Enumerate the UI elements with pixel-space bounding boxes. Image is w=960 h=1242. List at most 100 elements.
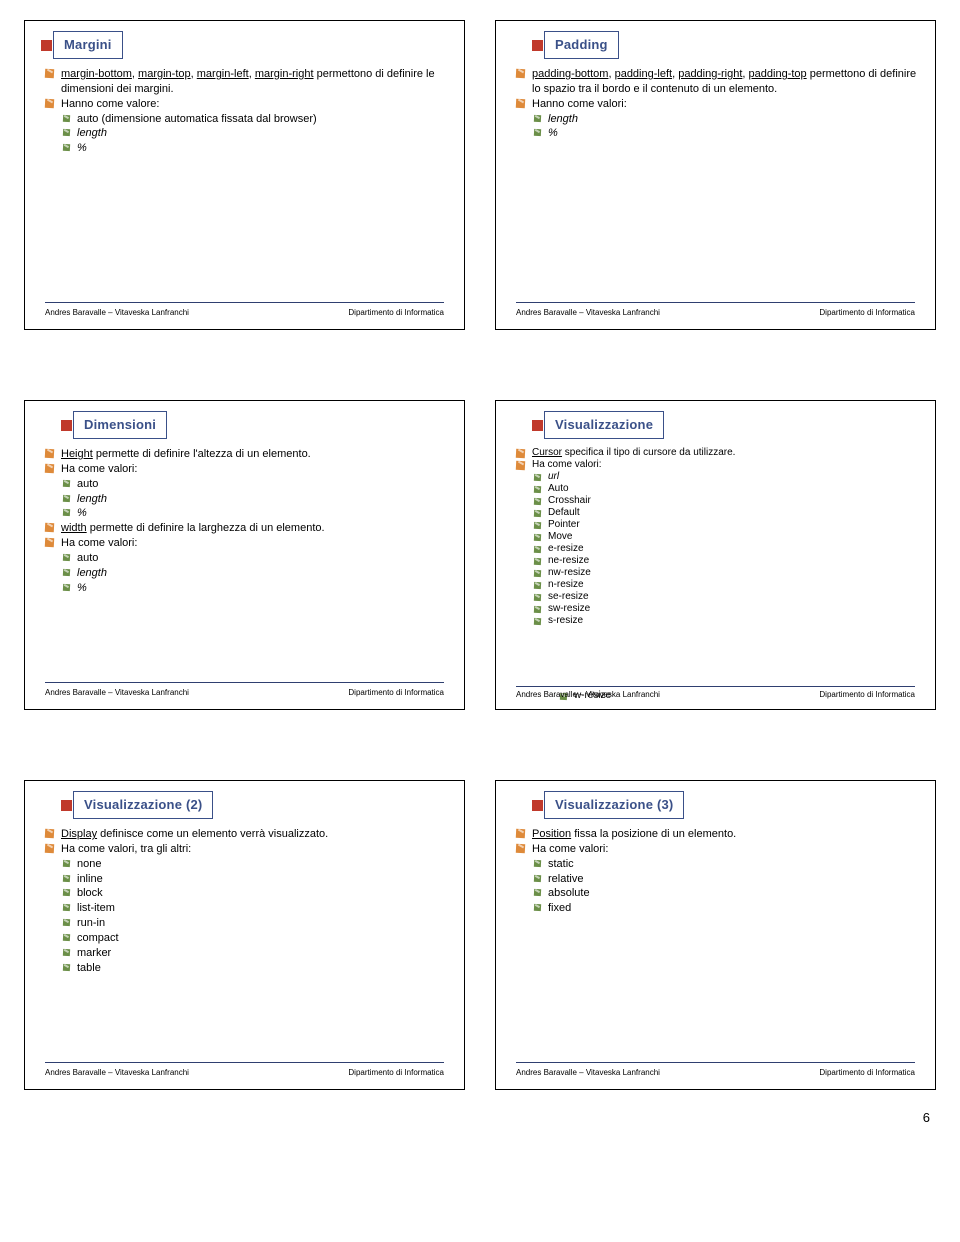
pencil-small-icon — [534, 889, 541, 896]
bullet-row: e-resize — [516, 543, 921, 555]
pencil-small-icon — [63, 949, 70, 956]
slide-title: Dimensioni — [84, 417, 156, 432]
text-span: Ha come valori: — [532, 843, 608, 855]
text-span: relative — [548, 873, 583, 885]
pencil-small-icon — [534, 594, 541, 601]
footer-author: Andres Baravalle – Vitaveska Lanfranchi — [516, 308, 660, 317]
bullet-text: absolute — [548, 886, 921, 901]
bullet-row: n-resize — [516, 579, 921, 591]
text-span: list-item — [77, 902, 115, 914]
footer-dept: Dipartimento di Informatica — [819, 690, 915, 699]
bullet-text: Height permette di definire l'altezza di… — [61, 447, 450, 462]
pencil-small-icon — [63, 480, 70, 487]
bullet-text: run-in — [77, 916, 450, 931]
slide-title: Padding — [555, 37, 608, 52]
title-bullet-icon — [532, 800, 543, 811]
footer-divider — [45, 682, 444, 683]
bullet-text: Display definisce come un elemento verrà… — [61, 827, 450, 842]
footer-dept: Dipartimento di Informatica — [819, 1068, 915, 1077]
bullet-text: Default — [548, 507, 921, 519]
bullet-text: padding-bottom, padding-left, padding-ri… — [532, 67, 921, 97]
bullet-text: s-resize — [548, 615, 921, 627]
bullet-text: none — [77, 857, 450, 872]
pencil-small-icon — [534, 875, 541, 882]
page-number: 6 — [24, 1110, 936, 1125]
pencil-small-icon — [534, 904, 541, 911]
property-link: padding-right — [678, 68, 742, 80]
text-span: Hanno come valori: — [532, 98, 627, 110]
slide: VisualizzazioneCursor specifica il tipo … — [495, 400, 936, 710]
bullet-text: Ha come valori: — [532, 842, 921, 857]
bullet-text: Ha come valori: — [532, 459, 921, 471]
slide: Visualizzazione (2) Display definisce com… — [24, 780, 465, 1090]
value-em: % — [548, 127, 558, 139]
bullet-row: compact — [45, 931, 450, 946]
footer-dept: Dipartimento di Informatica — [348, 308, 444, 317]
bullet-text: length — [548, 112, 921, 127]
bullet-text: length — [77, 566, 450, 581]
property-link: Cursor — [532, 447, 562, 458]
bullet-text: url — [548, 471, 921, 483]
text-span: Move — [548, 531, 572, 542]
bullet-text: % — [77, 141, 450, 156]
footer-author: Andres Baravalle – Vitaveska Lanfranchi — [516, 1068, 660, 1077]
property-link: padding-left — [615, 68, 673, 80]
slide-title: Visualizzazione (3) — [555, 797, 673, 812]
bullet-row: width permette di definire la larghezza … — [45, 521, 450, 536]
bullet-text: % — [548, 126, 921, 141]
slide-footer: Andres Baravalle – Vitaveska LanfranchiD… — [45, 308, 444, 317]
bullet-text: Move — [548, 531, 921, 543]
title-bullet-icon — [61, 420, 72, 431]
bullet-text: relative — [548, 872, 921, 887]
slide-title-box: Margini — [53, 31, 123, 59]
pencil-small-icon — [63, 495, 70, 502]
pencil-small-icon — [63, 904, 70, 911]
title-bullet-icon — [532, 40, 543, 51]
text-span: Auto — [548, 483, 569, 494]
slide-footer: Andres Baravalle – Vitaveska Lanfranchi D… — [516, 1068, 915, 1077]
slide-content: Position fissa la posizione di un elemen… — [516, 827, 921, 916]
pencil-icon — [516, 449, 525, 458]
text-span: auto — [77, 552, 98, 564]
bullet-row: % — [45, 581, 450, 596]
text-span: se-resize — [548, 591, 589, 602]
property-link: Height — [61, 448, 93, 460]
text-span: definisce come un elemento verrà visuali… — [97, 828, 328, 840]
slide-title-box: Padding — [544, 31, 619, 59]
bullet-row: length — [45, 126, 450, 141]
bullet-row: Hanno come valori: — [516, 97, 921, 112]
pencil-small-icon — [534, 486, 541, 493]
bullet-row: Height permette di definire l'altezza di… — [45, 447, 450, 462]
bullet-text: n-resize — [548, 579, 921, 591]
pencil-small-icon — [534, 522, 541, 529]
text-span: e-resize — [548, 543, 584, 554]
text-span: static — [548, 858, 574, 870]
bullet-row: auto — [45, 551, 450, 566]
text-span: block — [77, 887, 103, 899]
bullet-text: % — [77, 506, 450, 521]
bullet-row: relative — [516, 872, 921, 887]
bullet-row: Crosshair — [516, 495, 921, 507]
slide-title-box: Visualizzazione (2) — [73, 791, 213, 819]
bullet-text: Pointer — [548, 519, 921, 531]
property-link: margin-right — [255, 68, 314, 80]
pencil-icon — [45, 464, 54, 473]
bullet-text: static — [548, 857, 921, 872]
text-span: Crosshair — [548, 495, 591, 506]
bullet-row: none — [45, 857, 450, 872]
bullet-text: block — [77, 886, 450, 901]
bullet-row: url — [516, 471, 921, 483]
footer-divider — [516, 686, 915, 687]
footer-dept: Dipartimento di Informatica — [348, 688, 444, 697]
bullet-row: Ha come valori: — [516, 459, 921, 471]
text-span: sw-resize — [548, 603, 590, 614]
pencil-small-icon — [534, 546, 541, 553]
pencil-small-icon — [63, 144, 70, 151]
text-span: marker — [77, 947, 111, 959]
bullet-text: table — [77, 961, 450, 976]
pencil-small-icon — [63, 875, 70, 882]
bullet-text: nw-resize — [548, 567, 921, 579]
pencil-small-icon — [63, 129, 70, 136]
pencil-small-icon — [63, 889, 70, 896]
property-link: padding-bottom — [532, 68, 608, 80]
